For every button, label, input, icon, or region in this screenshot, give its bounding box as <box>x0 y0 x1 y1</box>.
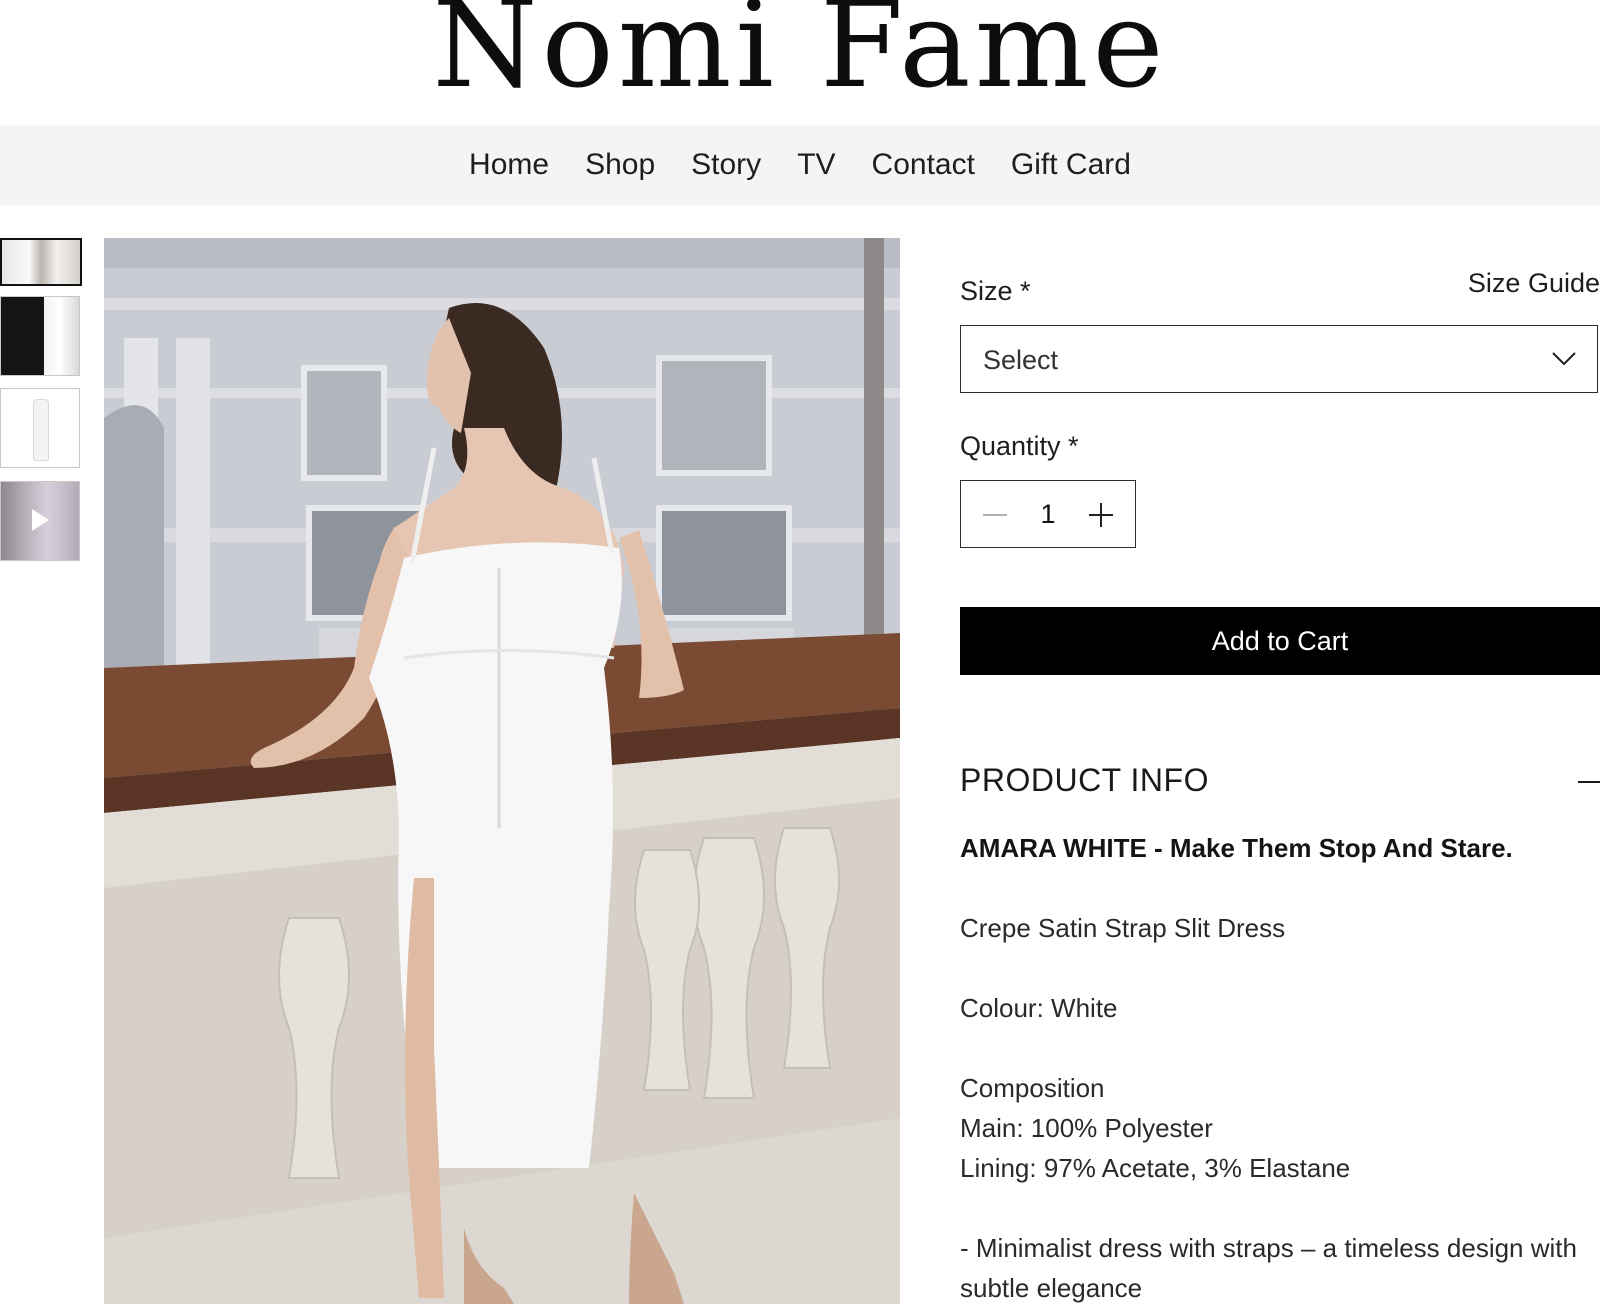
quantity-label: Quantity * <box>960 431 1079 461</box>
composition-lining: Lining: 97% Acetate, 3% Elastane <box>960 1153 1351 1183</box>
nav-item-shop[interactable]: Shop <box>567 125 673 205</box>
product-info-title: PRODUCT INFO <box>960 762 1209 798</box>
composition-title: Composition <box>960 1073 1105 1103</box>
nav-item-home[interactable]: Home <box>451 125 567 205</box>
thumbnail-video[interactable] <box>0 481 80 561</box>
add-to-cart-button[interactable]: Add to Cart <box>960 607 1600 675</box>
product-description: Crepe Satin Strap Slit Dress <box>960 913 1286 943</box>
composition-main: Main: 100% Polyester <box>960 1113 1213 1143</box>
nav-item-gift-card[interactable]: Gift Card <box>993 125 1149 205</box>
size-guide-link[interactable]: Size Guide <box>1468 268 1600 299</box>
size-select-value: Select <box>983 345 1059 375</box>
nav-item-story[interactable]: Story <box>673 125 779 205</box>
product-info-content: AMARA WHITE - Make Them Stop And Stare. … <box>960 828 1600 1304</box>
main-nav: Home Shop Story TV Contact Gift Card <box>0 125 1600 205</box>
brand-logo[interactable]: Nomi Fame <box>0 0 1600 114</box>
nav-item-contact[interactable]: Contact <box>854 125 993 205</box>
size-label: Size * <box>960 276 1031 306</box>
dress-thumbnail-image <box>33 399 49 461</box>
product-info-toggle[interactable]: PRODUCT INFO <box>960 762 1600 802</box>
thumbnail-2[interactable] <box>0 296 80 376</box>
thumbnail-3[interactable] <box>0 388 80 468</box>
plus-icon[interactable] <box>1087 501 1115 529</box>
nav-item-tv[interactable]: TV <box>779 125 853 205</box>
quantity-stepper: 1 <box>960 480 1136 548</box>
product-feature: - Minimalist dress with straps – a timel… <box>960 1233 1577 1303</box>
product-page: Nomi Fame Home Shop Story TV Contact Gif… <box>0 0 1600 1304</box>
size-select[interactable]: Select <box>960 325 1598 393</box>
collapse-minus-icon <box>1578 781 1600 783</box>
chevron-down-icon <box>1552 352 1576 366</box>
thumbnail-1[interactable] <box>0 238 82 286</box>
quantity-value[interactable]: 1 <box>1035 499 1061 530</box>
minus-icon[interactable] <box>981 501 1009 529</box>
main-product-image[interactable] <box>104 238 900 1304</box>
product-headline: AMARA WHITE - Make Them Stop And Stare. <box>960 833 1513 863</box>
product-colour: Colour: White <box>960 993 1118 1023</box>
play-icon <box>32 509 49 531</box>
